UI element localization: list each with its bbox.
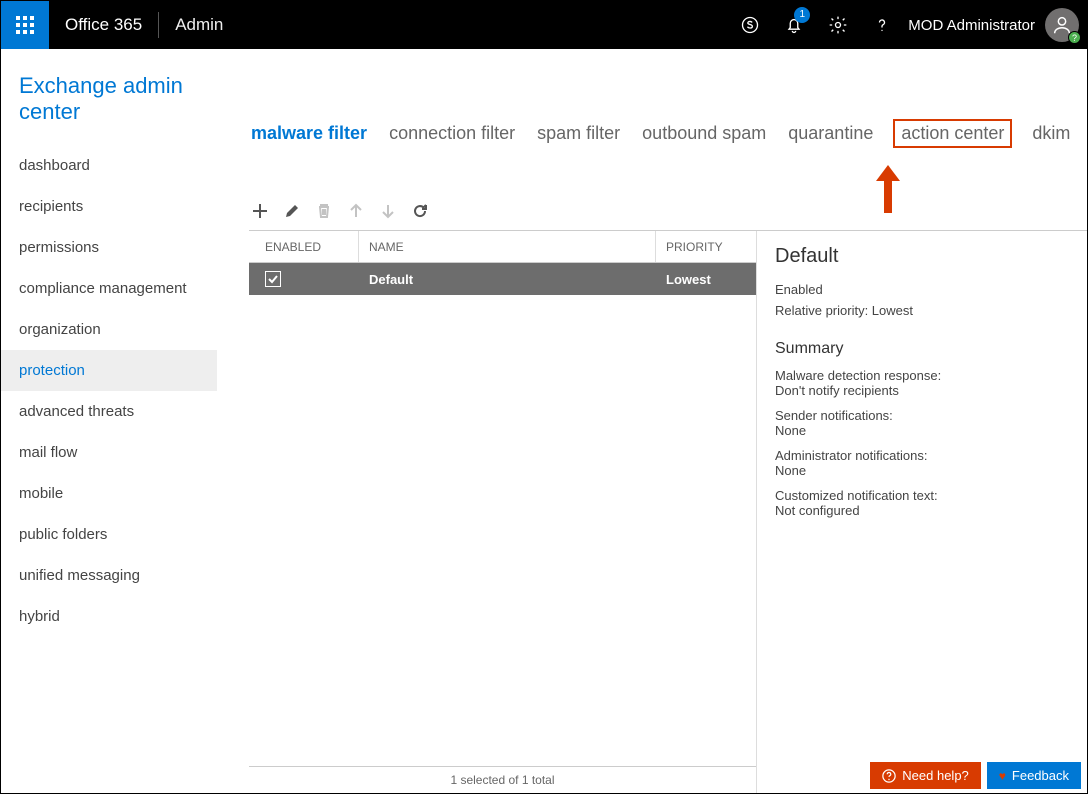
details-pane: Default Enabled Relative priority: Lowes… (757, 231, 1087, 793)
policy-grid: ENABLED NAME PRIORITY Default Lowest (249, 231, 757, 793)
plus-icon (252, 203, 268, 219)
detail-key: Malware detection response: (775, 368, 941, 383)
tab-connection-filter[interactable]: connection filter (387, 119, 517, 148)
row-priority: Lowest (656, 263, 756, 295)
grid-header: ENABLED NAME PRIORITY (249, 231, 756, 263)
refresh-icon (412, 203, 428, 219)
arrow-down-icon (380, 203, 396, 219)
tab-bar: malware filter connection filter spam fi… (249, 119, 1087, 148)
notifications-button[interactable]: 1 (772, 1, 816, 49)
skype-icon (740, 15, 760, 35)
tab-malware-filter[interactable]: malware filter (249, 119, 369, 148)
tab-spam-filter[interactable]: spam filter (535, 119, 622, 148)
move-up-button[interactable] (345, 200, 367, 222)
feedback-button[interactable]: ♥ Feedback (987, 762, 1081, 789)
tab-action-center[interactable]: action center (893, 119, 1012, 148)
heart-icon: ♥ (999, 769, 1006, 783)
detail-sender-notifications: Sender notifications: None (775, 408, 1069, 438)
avatar-button[interactable]: ? (1045, 8, 1079, 42)
sidebar-item-mobile[interactable]: mobile (1, 473, 217, 514)
section-label[interactable]: Admin (159, 15, 239, 35)
details-priority: Relative priority: Lowest (775, 303, 1069, 318)
detail-value: Not configured (775, 503, 1069, 518)
feedback-label: Feedback (1012, 768, 1069, 783)
detail-key: Administrator notifications: (775, 448, 927, 463)
sidebar-item-permissions[interactable]: permissions (1, 227, 217, 268)
detail-value: Don't notify recipients (775, 383, 1069, 398)
sidebar-item-organization[interactable]: organization (1, 309, 217, 350)
detail-key: Customized notification text: (775, 488, 938, 503)
edit-button[interactable] (281, 200, 303, 222)
sidebar-item-recipients[interactable]: recipients (1, 186, 217, 227)
sidebar-item-unified-messaging[interactable]: unified messaging (1, 555, 217, 596)
sidebar-item-mail-flow[interactable]: mail flow (1, 432, 217, 473)
skype-button[interactable] (728, 1, 772, 49)
check-icon (267, 273, 279, 285)
username-label[interactable]: MOD Administrator (904, 17, 1045, 34)
sidebar-item-advanced-threats[interactable]: advanced threats (1, 391, 217, 432)
row-name: Default (359, 263, 656, 295)
tab-quarantine[interactable]: quarantine (786, 119, 875, 148)
details-summary-heading: Summary (775, 340, 1069, 358)
need-help-button[interactable]: Need help? (870, 762, 981, 789)
left-column: Exchange admin center dashboard recipien… (1, 49, 217, 793)
sidebar-item-hybrid[interactable]: hybrid (1, 596, 217, 637)
detail-custom-text: Customized notification text: Not config… (775, 488, 1069, 518)
tab-outbound-spam[interactable]: outbound spam (640, 119, 768, 148)
waffle-icon (16, 16, 34, 34)
sidebar-item-protection[interactable]: protection (1, 350, 217, 391)
presence-badge-icon: ? (1068, 31, 1081, 44)
brand-label[interactable]: Office 365 (49, 15, 158, 35)
detail-malware-response: Malware detection response: Don't notify… (775, 368, 1069, 398)
col-header-enabled[interactable]: ENABLED (249, 231, 359, 262)
table-row[interactable]: Default Lowest (249, 263, 756, 295)
notification-badge: 1 (794, 7, 810, 23)
sidebar-item-dashboard[interactable]: dashboard (1, 145, 217, 186)
help-circle-icon (882, 769, 896, 783)
page-title: Exchange admin center (1, 49, 217, 139)
row-enabled-checkbox[interactable] (265, 271, 281, 287)
gear-icon (828, 15, 848, 35)
tab-dkim[interactable]: dkim (1030, 119, 1072, 148)
pencil-icon (284, 203, 300, 219)
detail-admin-notifications: Administrator notifications: None (775, 448, 1069, 478)
detail-value: None (775, 463, 1069, 478)
detail-key: Sender notifications: (775, 408, 893, 423)
main-area: malware filter connection filter spam fi… (217, 49, 1087, 793)
move-down-button[interactable] (377, 200, 399, 222)
question-icon (872, 15, 892, 35)
topbar: Office 365 Admin 1 MOD Administrator ? (1, 1, 1087, 49)
help-button[interactable] (860, 1, 904, 49)
settings-button[interactable] (816, 1, 860, 49)
details-title: Default (775, 245, 1069, 268)
sidebar-item-compliance[interactable]: compliance management (1, 268, 217, 309)
arrow-up-icon (348, 203, 364, 219)
add-button[interactable] (249, 200, 271, 222)
refresh-button[interactable] (409, 200, 431, 222)
need-help-label: Need help? (902, 768, 969, 783)
details-status: Enabled (775, 282, 1069, 297)
sidebar-item-public-folders[interactable]: public folders (1, 514, 217, 555)
trash-icon (316, 203, 332, 219)
col-header-priority[interactable]: PRIORITY (656, 231, 756, 262)
detail-value: None (775, 423, 1069, 438)
sidebar-nav: dashboard recipients permissions complia… (1, 145, 217, 637)
app-launcher-button[interactable] (1, 1, 49, 49)
grid-footer: 1 selected of 1 total (249, 766, 756, 793)
col-header-name[interactable]: NAME (359, 231, 656, 262)
delete-button[interactable] (313, 200, 335, 222)
toolbar (249, 200, 1087, 228)
